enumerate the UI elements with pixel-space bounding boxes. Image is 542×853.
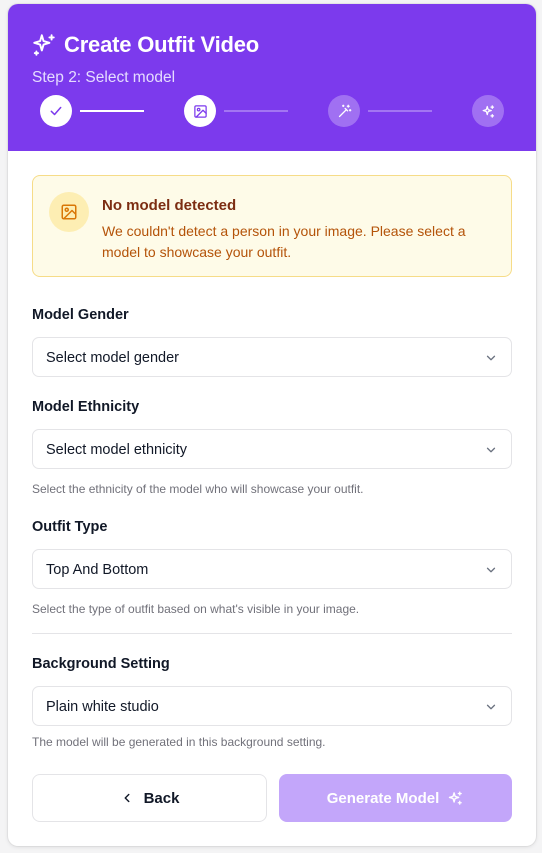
no-model-alert: No model detected We couldn't detect a p… [32, 175, 512, 277]
outfit-type-label: Outfit Type [32, 519, 108, 535]
background-help-text: The model will be generated in this back… [32, 735, 326, 749]
step-subtitle: Step 2: Select model [32, 69, 176, 86]
step-connector [368, 110, 432, 112]
select-value: Select model ethnicity [46, 442, 188, 458]
chevron-down-icon [486, 567, 496, 573]
model-ethnicity-select[interactable]: Select model ethnicity [32, 429, 512, 469]
model-gender-label: Model Gender [32, 307, 129, 323]
magic-wand-icon [338, 104, 351, 117]
alert-title: No model detected [102, 197, 237, 214]
back-button-label: Back [143, 789, 180, 807]
wizard-header: Create Outfit Video Step 2: Select model [8, 4, 536, 151]
model-gender-select[interactable]: Select model gender [32, 337, 512, 377]
alert-icon-badge [49, 192, 89, 232]
sparkles-icon [33, 34, 55, 56]
step-4-pending [472, 95, 504, 127]
step-3-pending [328, 95, 360, 127]
step-2-current [184, 95, 216, 127]
background-setting-select[interactable]: Plain white studio [32, 686, 512, 726]
ethnicity-help-text: Select the ethnicity of the model who wi… [32, 482, 364, 496]
sparkles-icon [449, 790, 463, 805]
step-connector [80, 110, 144, 112]
select-value: Plain white studio [46, 699, 159, 715]
page-title: Create Outfit Video [64, 32, 260, 57]
outfit-help-text: Select the type of outfit based on what'… [32, 602, 360, 616]
sparkles-icon [482, 104, 494, 118]
generate-button-label: Generate Model [326, 789, 440, 807]
step-1-complete [40, 95, 72, 127]
alert-message: We couldn't detect a person in your imag… [102, 223, 466, 260]
select-value: Top And Bottom [46, 562, 149, 578]
model-ethnicity-label: Model Ethnicity [32, 399, 140, 415]
chevron-down-icon [486, 704, 496, 710]
image-icon [61, 204, 77, 220]
chevron-down-icon [486, 447, 496, 453]
background-setting-label: Background Setting [32, 656, 170, 672]
check-icon [50, 106, 62, 116]
create-outfit-card: Create Outfit Video Step 2: Select model… [8, 4, 536, 846]
outfit-type-select[interactable]: Top And Bottom [32, 549, 512, 589]
select-value: Select model gender [46, 350, 179, 366]
back-button[interactable]: Back [32, 774, 267, 822]
chevron-down-icon [486, 355, 496, 361]
chevron-left-icon [124, 793, 130, 803]
image-icon [193, 104, 207, 118]
generate-model-button[interactable]: Generate Model [279, 774, 512, 822]
step-connector [224, 110, 288, 112]
section-divider [32, 633, 512, 634]
